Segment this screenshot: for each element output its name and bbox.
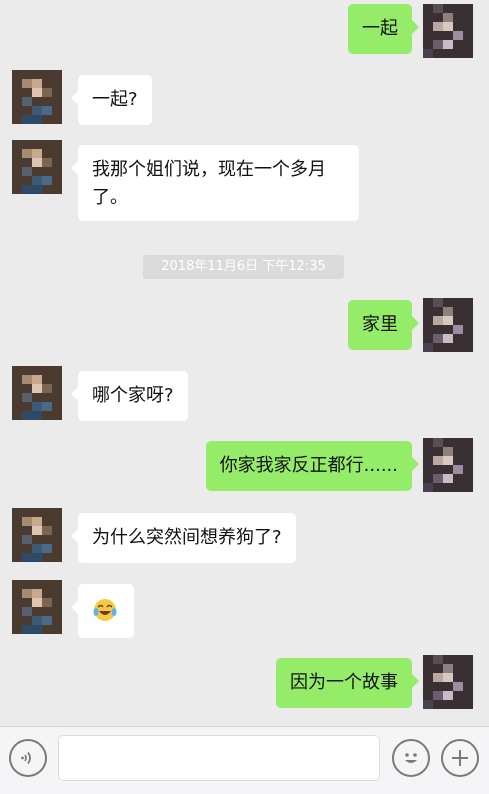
avatar-contact[interactable]: [12, 580, 62, 634]
voice-input-button[interactable]: [9, 739, 47, 777]
message-bubble-outgoing[interactable]: 你家我家反正都行......: [205, 441, 420, 491]
avatar-self[interactable]: [423, 438, 473, 492]
message-bubble-outgoing[interactable]: 因为一个故事: [276, 658, 419, 708]
pixelated-avatar-self: [423, 298, 473, 352]
pixelated-avatar-contact: [12, 140, 62, 194]
message-bubble-incoming-emoji[interactable]: [71, 584, 134, 638]
pixelated-avatar-self: [423, 4, 473, 58]
voice-icon: [21, 751, 31, 765]
chat-area[interactable]: 一起 一起? 我那个姐们说，现在一个多月了。 2018年11月6日 下午12:3…: [0, 0, 489, 726]
pixelated-avatar-self: [423, 655, 473, 709]
emoji-button[interactable]: [392, 739, 430, 777]
more-button[interactable]: [441, 739, 479, 777]
plus-icon: [452, 750, 468, 766]
pixelated-avatar-contact: [12, 508, 62, 562]
message-bubble-incoming[interactable]: 为什么突然间想养狗了?: [71, 513, 296, 563]
avatar-contact[interactable]: [12, 70, 62, 124]
laughing-tears-emoji-icon: [93, 599, 117, 621]
avatar-contact[interactable]: [12, 366, 62, 420]
pixelated-avatar-self: [423, 438, 473, 492]
message-timestamp: 2018年11月6日 下午12:35: [143, 255, 344, 279]
avatar-contact[interactable]: [12, 508, 62, 562]
message-bubble-incoming[interactable]: 哪个家呀?: [71, 371, 188, 421]
avatar-self[interactable]: [423, 4, 473, 58]
emoji-icon: [405, 753, 417, 763]
pixelated-avatar-contact: [12, 580, 62, 634]
avatar-self[interactable]: [423, 298, 473, 352]
message-input[interactable]: [58, 735, 380, 781]
avatar-self[interactable]: [423, 655, 473, 709]
pixelated-avatar-contact: [12, 70, 62, 124]
message-bubble-outgoing[interactable]: 一起: [348, 4, 419, 54]
message-bubble-incoming[interactable]: 我那个姐们说，现在一个多月了。: [71, 145, 359, 221]
message-composer-bar: [0, 726, 489, 794]
message-bubble-outgoing[interactable]: 家里: [348, 300, 419, 350]
pixelated-avatar-contact: [12, 366, 62, 420]
avatar-contact[interactable]: [12, 140, 62, 194]
message-bubble-incoming[interactable]: 一起?: [71, 75, 152, 125]
